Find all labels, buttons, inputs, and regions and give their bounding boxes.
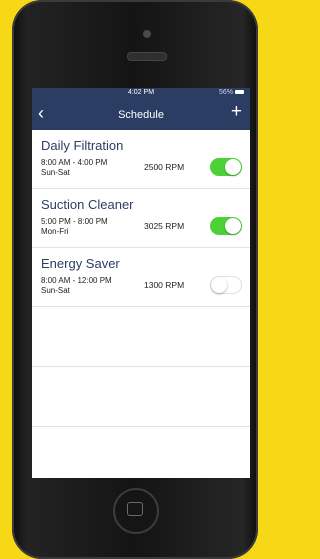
battery-percent: 56% xyxy=(218,89,233,96)
battery-icon xyxy=(235,90,244,95)
schedule-toggle[interactable] xyxy=(210,217,242,235)
page-title: Schedule xyxy=(118,109,164,121)
speaker-grille xyxy=(127,52,167,61)
status-bar: 4:02 PM 56% xyxy=(32,88,250,100)
schedule-toggle[interactable] xyxy=(210,276,242,294)
schedule-time: 8:00 AM - 12:00 PM xyxy=(41,276,112,285)
schedule-name: Daily Filtration xyxy=(41,138,124,153)
home-square-icon xyxy=(127,502,143,516)
schedule-rpm: 2500 RPM xyxy=(144,162,185,172)
schedule-time: 8:00 AM - 4:00 PM xyxy=(41,158,108,167)
app-screen: 4:02 PM 56% ‹ Schedule + Daily Filtratio… xyxy=(32,88,250,478)
empty-row xyxy=(32,367,250,427)
schedule-row-energy-saver[interactable]: Energy Saver 8:00 AM - 12:00 PM Sun-Sat … xyxy=(32,248,250,307)
phone-frame: 4:02 PM 56% ‹ Schedule + Daily Filtratio… xyxy=(12,0,258,559)
schedule-rpm: 1300 RPM xyxy=(144,280,185,290)
battery-indicator: 56% xyxy=(219,89,244,96)
toggle-knob xyxy=(211,277,227,293)
schedule-row-suction-cleaner[interactable]: Suction Cleaner 5:00 PM - 8:00 PM Mon-Fr… xyxy=(32,189,250,248)
toggle-knob xyxy=(225,218,241,234)
nav-bar: ‹ Schedule + xyxy=(32,100,250,130)
toggle-knob xyxy=(225,159,241,175)
schedule-days: Sun-Sat xyxy=(41,168,70,177)
camera-icon xyxy=(143,30,151,38)
status-time: 4:02 PM xyxy=(127,89,155,96)
schedule-days: Sun-Sat xyxy=(41,286,70,295)
empty-row xyxy=(32,427,250,478)
plus-icon[interactable]: + xyxy=(231,102,242,122)
schedule-rpm: 3025 RPM xyxy=(144,221,185,231)
schedule-name: Suction Cleaner xyxy=(41,197,134,212)
schedule-toggle[interactable] xyxy=(210,158,242,176)
schedule-name: Energy Saver xyxy=(41,256,120,271)
empty-row xyxy=(32,307,250,367)
schedule-time: 5:00 PM - 8:00 PM xyxy=(41,217,108,226)
schedule-row-daily-filtration[interactable]: Daily Filtration 8:00 AM - 4:00 PM Sun-S… xyxy=(32,130,250,189)
schedule-days: Mon-Fri xyxy=(41,227,69,236)
